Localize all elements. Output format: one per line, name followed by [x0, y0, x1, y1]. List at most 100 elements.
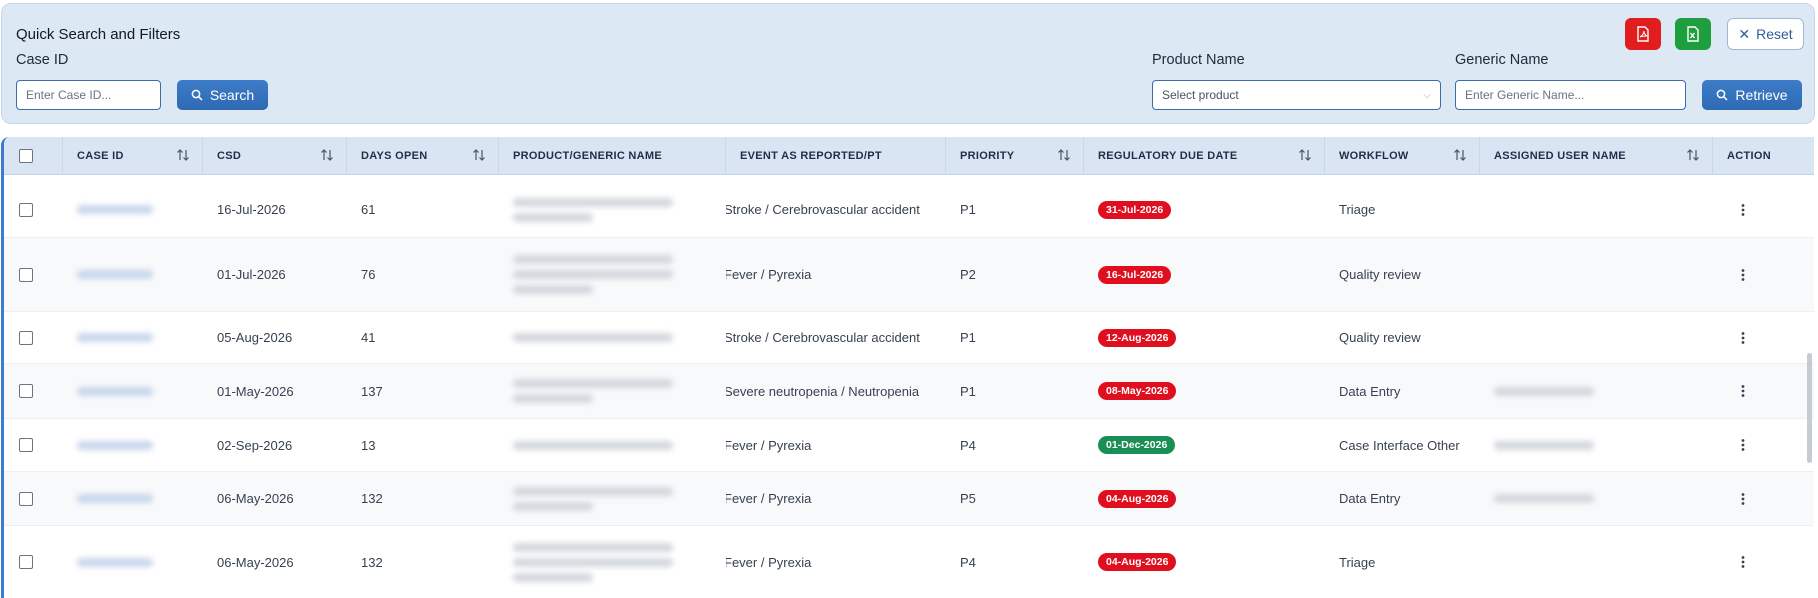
case-id-cell[interactable] [63, 182, 203, 237]
chevron-down-icon: ⌵ [1423, 89, 1431, 101]
case-id-cell[interactable] [63, 419, 203, 471]
priority-cell: P1 [960, 383, 976, 399]
event-cell: Fever / Pyrexia [726, 437, 812, 453]
priority-cell: P1 [960, 202, 976, 217]
header-workflow[interactable]: WORKFLOW [1325, 137, 1480, 175]
product-select[interactable]: Select product ⌵ [1152, 80, 1441, 110]
product-select-value: Select product [1162, 88, 1239, 102]
reset-button[interactable]: ✕ Reset [1727, 18, 1804, 50]
vertical-scrollbar[interactable] [1807, 353, 1812, 463]
redacted-case-id[interactable] [77, 494, 153, 503]
case-id-cell[interactable] [63, 526, 203, 598]
header-product-generic-name: PRODUCT/GENERIC NAME [499, 137, 726, 175]
event-cell: Severe neutropenia / Neutropenia [726, 383, 920, 399]
due-date-cell: 16-Jul-2026 [1084, 238, 1325, 311]
header-regulatory-due-date[interactable]: REGULATORY DUE DATE [1084, 137, 1325, 175]
csd-cell: 06-May-2026 [217, 554, 294, 570]
export-excel-button[interactable] [1675, 18, 1711, 50]
redacted-case-id[interactable] [77, 386, 153, 396]
days-open-cell: 13 [361, 437, 376, 453]
table-row[interactable]: 01-Jul-2026 76 Fever / Pyrexia P2 16-Jul… [4, 238, 1814, 312]
case-id-cell[interactable] [63, 472, 203, 525]
redacted-case-id[interactable] [77, 557, 153, 567]
case-id-label: Case ID [16, 52, 69, 68]
header-csd[interactable]: CSD [203, 137, 347, 175]
due-date-badge: 04-Aug-2026 [1098, 553, 1177, 571]
retrieve-button[interactable]: Retrieve [1702, 80, 1802, 110]
event-cell: Stroke / Cerebrovascular accident [726, 330, 920, 345]
redacted-text [513, 197, 673, 207]
header-days-open[interactable]: DAYS OPEN [347, 137, 499, 175]
table-row[interactable]: 05-Aug-2026 41 Stroke / Cerebrovascular … [4, 312, 1814, 364]
sort-arrows-icon [177, 149, 189, 161]
header-assigned-user[interactable]: ASSIGNED USER NAME [1480, 137, 1713, 175]
kebab-menu-icon[interactable] [1740, 438, 1746, 452]
generic-name-input[interactable] [1455, 80, 1686, 110]
export-pdf-button[interactable] [1625, 18, 1661, 50]
reset-button-label: Reset [1756, 26, 1793, 42]
kebab-menu-icon[interactable] [1740, 331, 1746, 345]
product-name-cell [499, 312, 726, 363]
case-id-cell[interactable] [63, 364, 203, 418]
table-row[interactable]: 01-May-2026 137 Severe neutropenia / Neu… [4, 364, 1814, 419]
csd-cell: 01-May-2026 [217, 383, 294, 399]
search-icon [191, 89, 203, 101]
search-button[interactable]: Search [177, 80, 268, 110]
due-date-cell: 12-Aug-2026 [1084, 312, 1325, 363]
priority-cell: P1 [960, 330, 976, 345]
header-case-id[interactable]: CASE ID [63, 137, 203, 175]
header-priority[interactable]: PRIORITY [946, 137, 1084, 175]
row-checkbox[interactable] [19, 555, 33, 569]
due-date-cell: 04-Aug-2026 [1084, 526, 1325, 598]
quick-search-panel: Quick Search and Filters Case ID Search … [1, 3, 1815, 124]
due-date-badge: 12-Aug-2026 [1098, 328, 1177, 347]
row-checkbox[interactable] [19, 491, 33, 506]
redacted-case-id[interactable] [77, 205, 153, 214]
sort-arrows-icon [1058, 149, 1070, 161]
select-all-checkbox[interactable] [19, 149, 33, 163]
kebab-menu-icon[interactable] [1740, 555, 1746, 569]
pdf-file-icon [1637, 26, 1649, 42]
redacted-user [1494, 494, 1594, 503]
event-cell: Fever / Pyrexia [726, 267, 812, 282]
product-name-cell [499, 182, 726, 237]
kebab-menu-icon[interactable] [1740, 384, 1746, 398]
table-row[interactable]: 02-Sep-2026 13 Fever / Pyrexia P4 01-Dec… [4, 419, 1814, 472]
redacted-case-id[interactable] [77, 440, 153, 450]
priority-cell: P4 [960, 554, 976, 570]
redacted-user [1494, 386, 1594, 396]
product-name-cell [499, 526, 726, 598]
workflow-cell: Triage [1339, 202, 1376, 217]
kebab-menu-icon[interactable] [1740, 492, 1746, 506]
action-cell [1713, 472, 1814, 525]
row-checkbox[interactable] [19, 438, 33, 452]
due-date-badge: 31-Jul-2026 [1098, 200, 1172, 219]
days-open-cell: 137 [361, 383, 383, 399]
due-date-badge: 04-Aug-2026 [1098, 489, 1177, 508]
case-id-cell[interactable] [63, 238, 203, 311]
row-checkbox[interactable] [19, 330, 33, 345]
table-row[interactable]: 06-May-2026 132 Fever / Pyrexia P4 04-Au… [4, 526, 1814, 598]
table-row[interactable]: 06-May-2026 132 Fever / Pyrexia P5 04-Au… [4, 472, 1814, 526]
row-checkbox[interactable] [19, 267, 33, 282]
csd-cell: 06-May-2026 [217, 491, 294, 506]
days-open-cell: 61 [361, 202, 376, 217]
assigned-user-cell [1480, 364, 1713, 418]
due-date-badge: 16-Jul-2026 [1098, 265, 1172, 284]
redacted-user [1494, 440, 1594, 450]
case-id-input[interactable] [16, 80, 161, 110]
kebab-menu-icon[interactable] [1740, 203, 1746, 217]
case-id-cell[interactable] [63, 312, 203, 363]
table-row[interactable]: 16-Jul-2026 61 Stroke / Cerebrovascular … [4, 182, 1814, 238]
kebab-menu-icon[interactable] [1740, 268, 1746, 282]
event-cell: Fever / Pyrexia [726, 554, 812, 570]
sort-arrows-icon [1299, 149, 1311, 161]
row-select-cell [4, 526, 63, 598]
retrieve-button-label: Retrieve [1735, 87, 1788, 103]
redacted-case-id[interactable] [77, 270, 153, 279]
product-name-cell [499, 419, 726, 471]
redacted-case-id[interactable] [77, 333, 153, 342]
row-checkbox[interactable] [19, 202, 33, 217]
row-checkbox[interactable] [19, 384, 33, 398]
excel-file-icon [1687, 26, 1699, 42]
